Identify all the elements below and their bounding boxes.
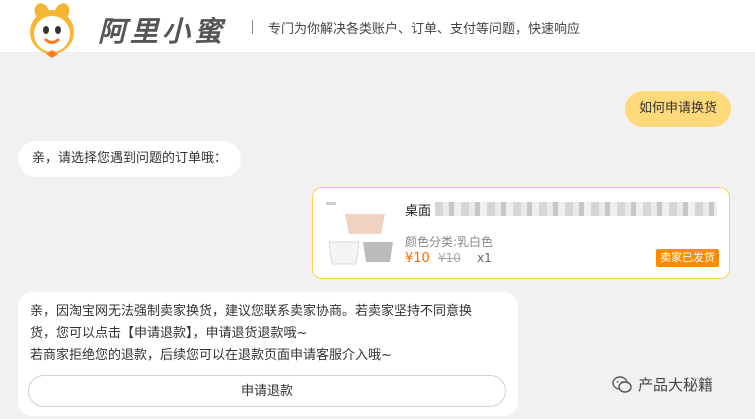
watermark-text: 产品大秘籍	[638, 376, 714, 394]
wechat-icon	[612, 375, 632, 393]
bot-prompt-bubble: 亲，请选择您遇到问题的订单哦：	[18, 141, 242, 177]
bot-reply-text: 亲，因淘宝网无法强制卖家换货，建议您联系卖家协商。若卖家坚持不同意换 货，您可以…	[30, 301, 510, 367]
bot-reply-line-2: 货，您可以点击【申请退款】，申请退货退款哦~	[30, 326, 308, 341]
order-card[interactable]: 桌面 颜色分类:乳白色 ¥10 ¥10 x1 卖家已发货	[312, 187, 730, 279]
apply-refund-button[interactable]: 申请退款	[28, 375, 506, 407]
product-quantity: x1	[477, 251, 492, 265]
bot-reply-line-1: 亲，因淘宝网无法强制卖家换货，建议您联系卖家协商。若卖家坚持不同意换	[30, 304, 473, 319]
header-divider	[252, 20, 253, 34]
original-price: ¥10	[437, 251, 461, 265]
header-tagline: 专门为你解决各类账户、订单、支付等问题，快速响应	[268, 22, 581, 37]
product-price: ¥10	[405, 251, 430, 266]
product-spec: 颜色分类:乳白色	[405, 235, 494, 249]
bot-reply-bubble: 亲，因淘宝网无法强制卖家换货，建议您联系卖家协商。若卖家坚持不同意换 货，您可以…	[18, 292, 518, 416]
brand-name: 阿里小蜜	[98, 15, 227, 48]
product-thumbnail	[323, 198, 398, 270]
product-title: 桌面	[405, 204, 432, 219]
price-row: ¥10 ¥10 x1	[405, 251, 492, 266]
user-message-bubble: 如何申请换货	[624, 91, 731, 127]
watermark: 产品大秘籍	[612, 374, 713, 395]
bee-logo-icon	[30, 3, 74, 58]
order-status-badge: 卖家已发货	[656, 249, 719, 267]
header-bar: 阿里小蜜 专门为你解决各类账户、订单、支付等问题，快速响应	[0, 0, 755, 58]
bot-reply-line-3: 若商家拒绝您的退款，后续您可以在退款页面申请客服介入哦~	[30, 348, 392, 363]
blurred-product-title	[435, 202, 717, 216]
